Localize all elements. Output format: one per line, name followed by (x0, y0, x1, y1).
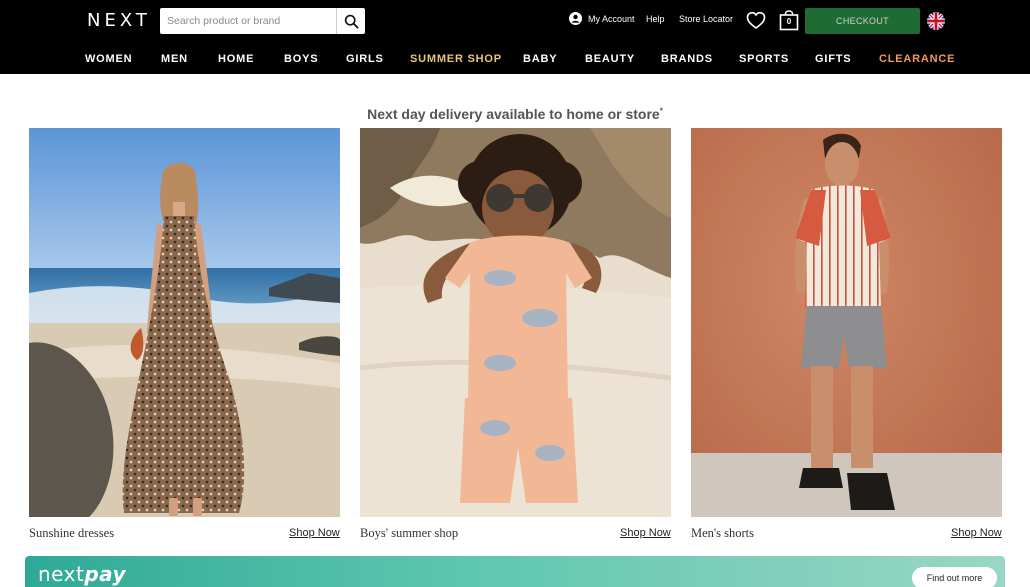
uk-flag-icon (927, 12, 945, 30)
nav-item-clearance[interactable]: CLEARANCE (879, 53, 955, 65)
nav-item-women[interactable]: WOMEN (85, 53, 132, 65)
nav-item-gifts[interactable]: GIFTS (815, 53, 851, 65)
nextpay-logo-next: next (38, 562, 85, 586)
checkout-button[interactable]: CHECKOUT (805, 8, 920, 34)
find-out-more-button[interactable]: Find out more (912, 567, 997, 587)
nav-item-men[interactable]: MEN (161, 53, 188, 65)
nextpay-logo-pay: pay (84, 562, 127, 586)
my-account-link[interactable]: My Account (569, 12, 635, 25)
my-account-label: My Account (588, 13, 635, 24)
delivery-promo-footnote-mark: * (659, 106, 663, 116)
nav-item-brands[interactable]: BRANDS (661, 53, 713, 65)
shop-now-link-boys-summer-shop[interactable]: Shop Now (620, 527, 671, 539)
search-button[interactable] (336, 8, 365, 34)
top-header: NEXT My Account Help Store Locator 0 CHE… (0, 0, 1030, 42)
toddler-in-dinosaur-outfit-photo (360, 128, 671, 517)
nav-item-summer-shop[interactable]: SUMMER SHOP (410, 53, 502, 65)
nav-item-baby[interactable]: BABY (523, 53, 557, 65)
nav-item-sports[interactable]: SPORTS (739, 53, 789, 65)
bag-count: 0 (786, 17, 792, 26)
search-box (160, 8, 365, 34)
search-icon (344, 14, 359, 29)
shop-now-link-sunshine-dresses[interactable]: Shop Now (289, 527, 340, 539)
nextpay-banner[interactable]: nextpay Find out more (25, 556, 1005, 587)
man-in-shorts-photo (691, 128, 1002, 517)
account-icon (569, 12, 582, 25)
search-input[interactable] (160, 8, 336, 34)
nav-item-girls[interactable]: GIRLS (346, 53, 384, 65)
tile-caption-boys-summer-shop: Boys' summer shop (360, 526, 459, 540)
main-navigation: WOMEN MEN HOME BOYS GIRLS SUMMER SHOP BA… (0, 42, 1030, 74)
nav-item-beauty[interactable]: BEAUTY (585, 53, 635, 65)
nextpay-logo: nextpay (38, 562, 126, 586)
delivery-promo: Next day delivery available to home or s… (0, 106, 1030, 122)
shopping-bag[interactable]: 0 (779, 10, 799, 36)
nav-item-boys[interactable]: BOYS (284, 53, 318, 65)
favourites-heart-icon[interactable] (746, 11, 766, 30)
country-selector[interactable] (927, 12, 945, 30)
delivery-promo-text: Next day delivery available to home or s… (367, 106, 660, 122)
help-link[interactable]: Help (646, 14, 665, 24)
store-locator-link[interactable]: Store Locator (679, 14, 733, 24)
shop-now-link-mens-shorts[interactable]: Shop Now (951, 527, 1002, 539)
nav-item-home[interactable]: HOME (218, 53, 254, 65)
woman-in-dress-photo (29, 128, 340, 517)
tile-caption-mens-shorts: Men's shorts (691, 526, 755, 540)
tile-boys-summer-shop-image[interactable] (360, 128, 671, 517)
tile-caption-sunshine-dresses: Sunshine dresses (29, 526, 115, 540)
tile-mens-shorts-image[interactable] (691, 128, 1002, 517)
tile-sunshine-dresses-image[interactable] (29, 128, 340, 517)
next-logo[interactable]: NEXT (87, 10, 151, 31)
